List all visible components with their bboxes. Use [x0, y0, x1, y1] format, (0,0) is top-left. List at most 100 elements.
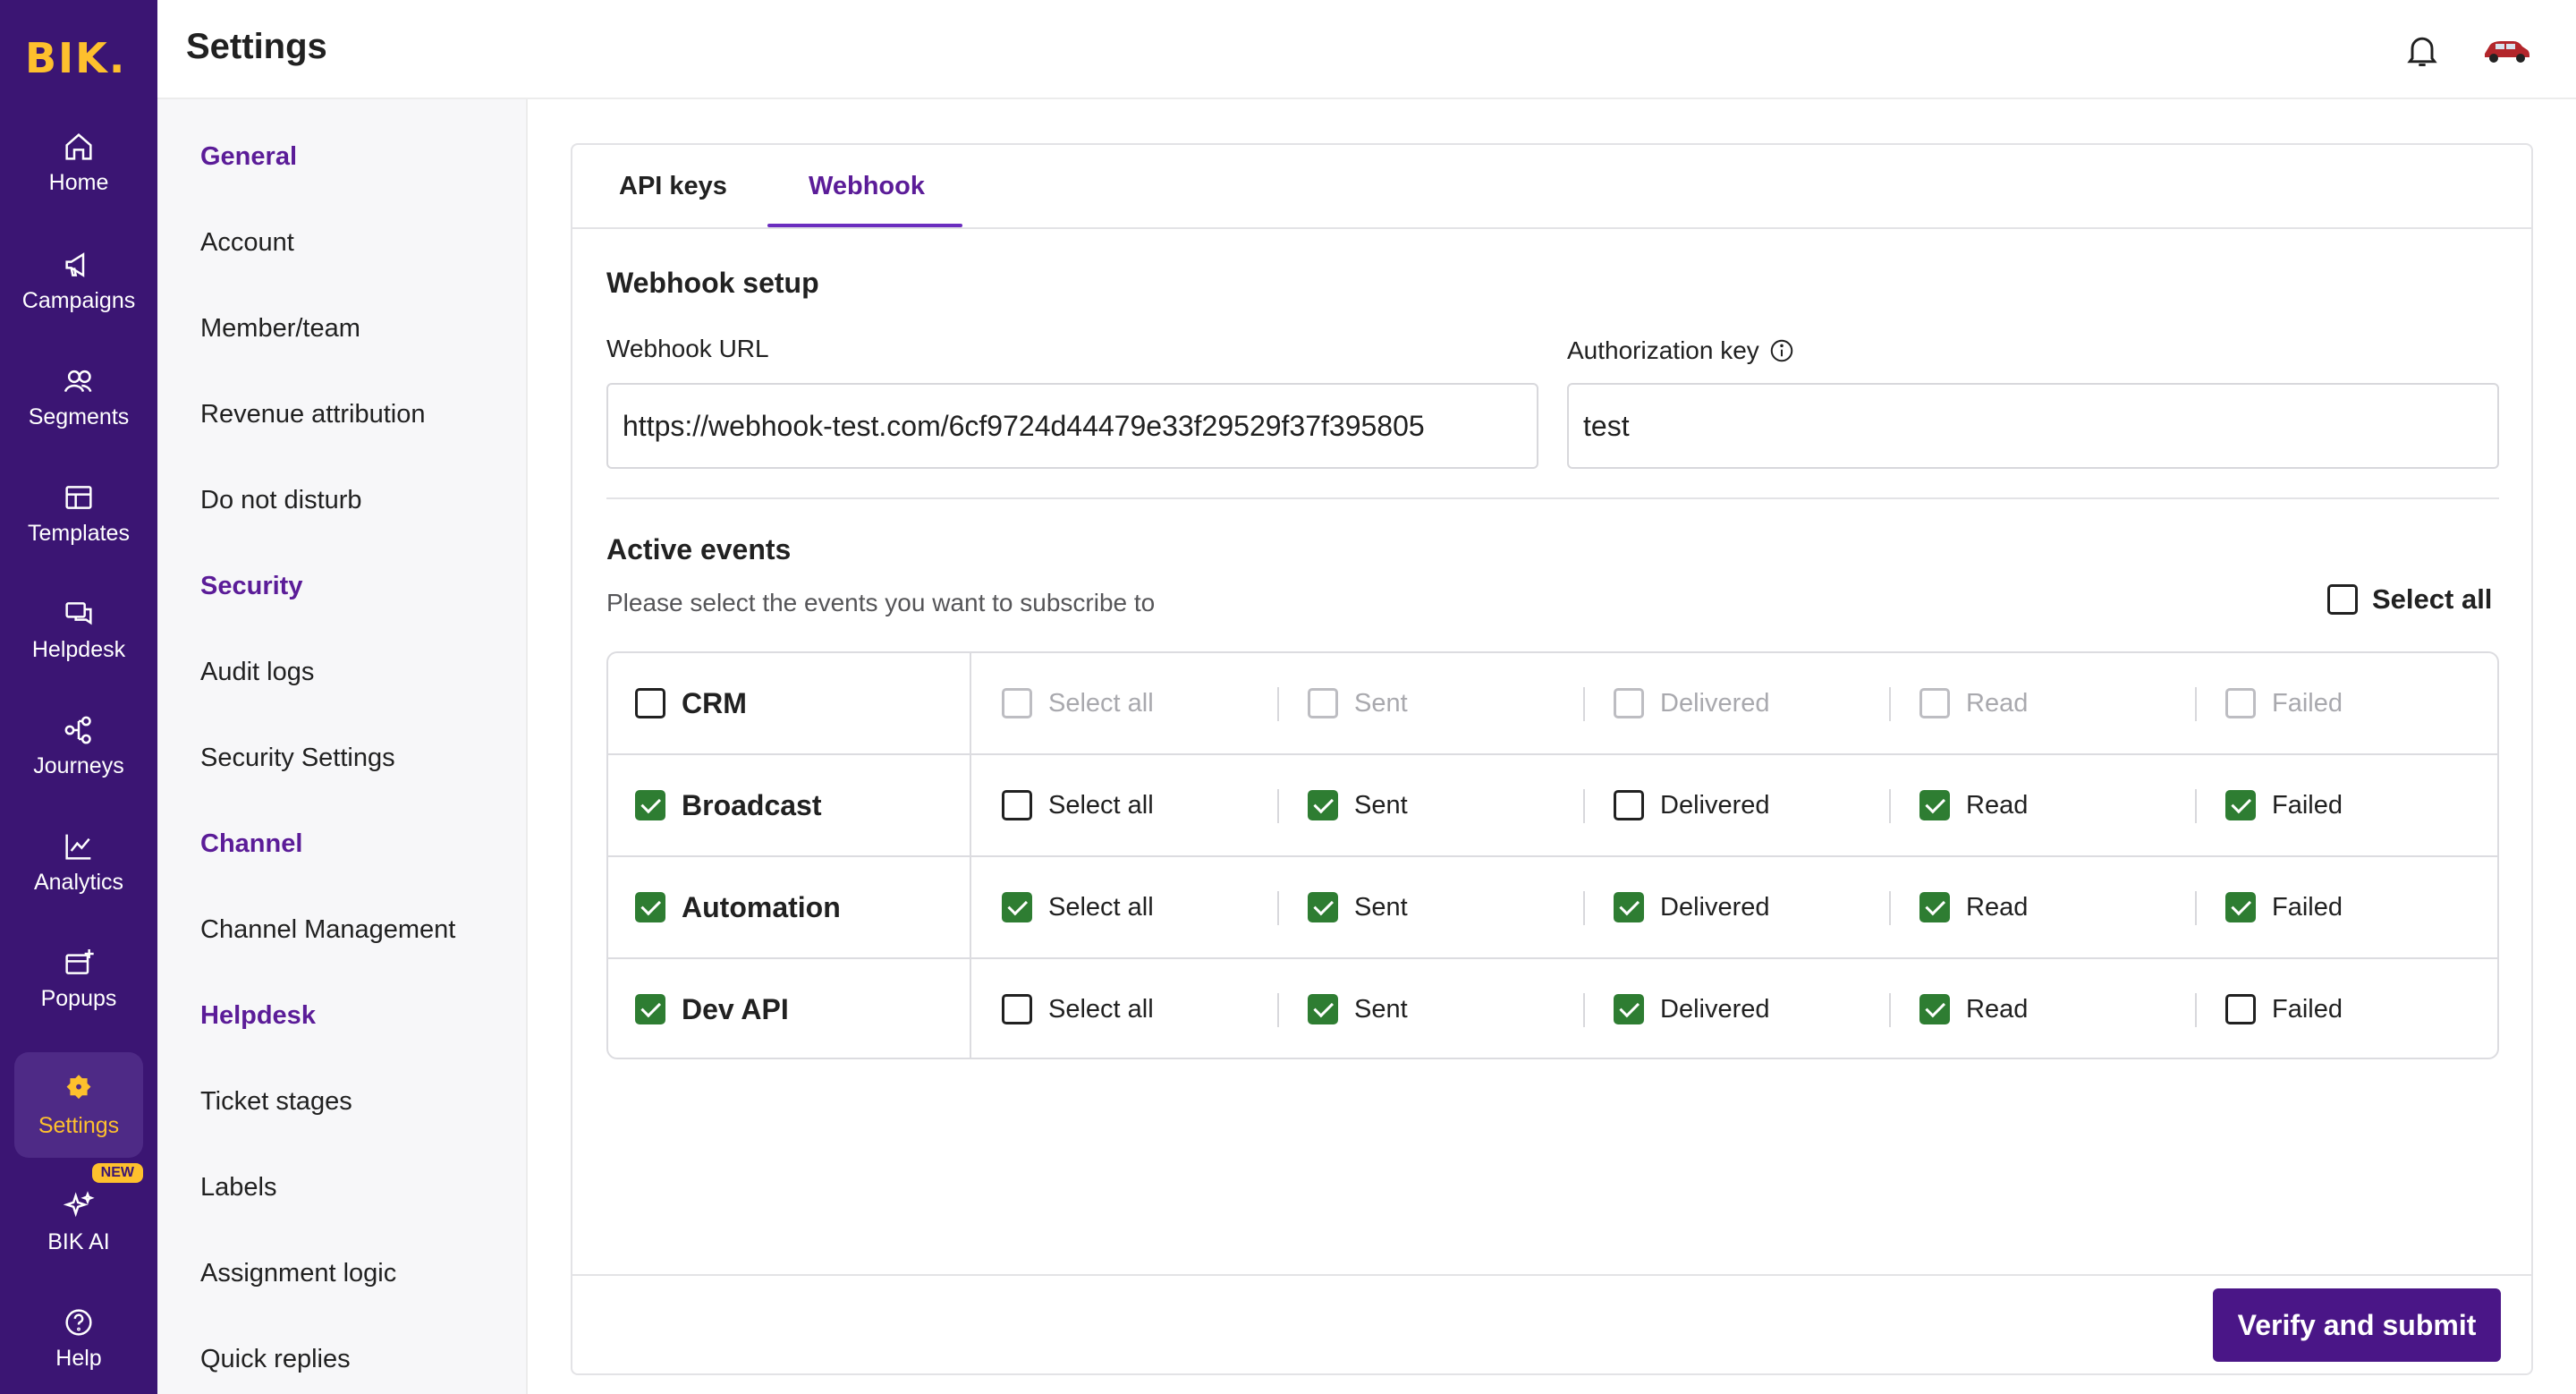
- rail-item-popups[interactable]: Popups: [14, 925, 143, 1031]
- nav-item-revenue-attribution[interactable]: Revenue attribution: [200, 400, 426, 429]
- settings-nav: General Account Member/team Revenue attr…: [157, 99, 528, 1394]
- column-separator: [2195, 789, 2197, 823]
- rail-item-label: Campaigns: [21, 287, 136, 313]
- event-option-checkbox[interactable]: [1919, 994, 1950, 1024]
- rail-item-campaigns[interactable]: Campaigns: [14, 227, 143, 333]
- event-option-read[interactable]: Read: [1919, 959, 2028, 1059]
- event-option-label: Delivered: [1660, 994, 1770, 1024]
- event-option-checkbox[interactable]: [2225, 892, 2256, 922]
- event-option-checkbox[interactable]: [1919, 892, 1950, 922]
- event-option-checkbox[interactable]: [2225, 790, 2256, 820]
- event-category-label: Broadcast: [682, 788, 822, 821]
- webhook-setup-title: Webhook setup: [606, 267, 819, 299]
- event-option-checkbox[interactable]: [1919, 790, 1950, 820]
- event-option-failed[interactable]: Failed: [2225, 755, 2343, 855]
- webhook-url-label-text: Webhook URL: [606, 335, 769, 362]
- event-option-delivered[interactable]: Delivered: [1614, 857, 1770, 957]
- nav-item-account[interactable]: Account: [200, 228, 294, 258]
- event-category[interactable]: Dev API: [635, 959, 789, 1059]
- rail-item-analytics[interactable]: Analytics: [14, 809, 143, 914]
- rail-item-journeys[interactable]: Journeys: [14, 693, 143, 798]
- column-separator: [2195, 687, 2197, 721]
- event-option-sent[interactable]: Sent: [1308, 857, 1408, 957]
- event-option-read[interactable]: Read: [1919, 755, 2028, 855]
- event-option-checkbox[interactable]: [1614, 790, 1644, 820]
- event-category[interactable]: Broadcast: [635, 755, 822, 855]
- event-option-label: Read: [1966, 892, 2029, 922]
- rail-item-home[interactable]: Home: [14, 109, 143, 215]
- event-option-sent[interactable]: Sent: [1308, 755, 1408, 855]
- event-option-sent[interactable]: Sent: [1308, 959, 1408, 1059]
- rail-item-templates[interactable]: Templates: [14, 460, 143, 565]
- event-option-label: Read: [1966, 790, 2029, 820]
- event-option-checkbox[interactable]: [1002, 790, 1032, 820]
- event-option-checkbox[interactable]: [2225, 994, 2256, 1024]
- event-option-checkbox[interactable]: [1308, 790, 1338, 820]
- event-option-checkbox: [1002, 688, 1032, 718]
- nav-item-do-not-disturb[interactable]: Do not disturb: [200, 486, 362, 515]
- nav-item-assignment-logic[interactable]: Assignment logic: [200, 1259, 396, 1288]
- event-option-checkbox[interactable]: [1614, 892, 1644, 922]
- verify-and-submit-button[interactable]: Verify and submit: [2213, 1288, 2501, 1362]
- event-option-select-all[interactable]: Select all: [1002, 857, 1154, 957]
- event-option-label: Failed: [2272, 688, 2343, 718]
- flow-icon: [64, 716, 91, 744]
- rail-item-settings[interactable]: Settings: [14, 1052, 143, 1158]
- event-option-failed[interactable]: Failed: [2225, 959, 2343, 1059]
- webhook-url-input[interactable]: [606, 383, 1538, 469]
- event-option-checkbox[interactable]: [1308, 892, 1338, 922]
- avatar[interactable]: [2481, 30, 2531, 66]
- event-category-checkbox[interactable]: [635, 892, 665, 922]
- select-all-events[interactable]: Select all: [2327, 583, 2492, 616]
- event-option-delivered: Delivered: [1614, 653, 1770, 753]
- event-option-checkbox: [2225, 688, 2256, 718]
- rail-item-helpdesk[interactable]: Helpdesk: [14, 576, 143, 682]
- event-option-label: Sent: [1354, 994, 1408, 1024]
- info-icon[interactable]: [1768, 337, 1795, 364]
- event-category-checkbox[interactable]: [635, 688, 665, 718]
- authorization-key-input[interactable]: [1567, 383, 2499, 469]
- event-option-delivered[interactable]: Delivered: [1614, 959, 1770, 1059]
- select-all-checkbox[interactable]: [2327, 584, 2358, 615]
- event-option-checkbox[interactable]: [1614, 994, 1644, 1024]
- rail-item-bik-ai[interactable]: NEW BIK AI: [14, 1163, 143, 1274]
- event-option-failed[interactable]: Failed: [2225, 857, 2343, 957]
- column-separator: [1583, 993, 1585, 1027]
- rail-item-segments[interactable]: Segments: [14, 344, 143, 449]
- column-separator: [1277, 993, 1279, 1027]
- section-divider: [606, 497, 2499, 499]
- event-category-label: Automation: [682, 890, 841, 923]
- event-category[interactable]: CRM: [635, 653, 747, 753]
- bell-icon[interactable]: [2402, 30, 2442, 70]
- nav-item-security-settings[interactable]: Security Settings: [200, 744, 395, 773]
- event-option-read[interactable]: Read: [1919, 857, 2028, 957]
- nav-item-channel-management[interactable]: Channel Management: [200, 915, 455, 945]
- bik-logo[interactable]: BIK.: [25, 34, 126, 82]
- authorization-key-label: Authorization key: [1567, 336, 1795, 365]
- event-option-delivered[interactable]: Delivered: [1614, 755, 1770, 855]
- event-option-label: Read: [1966, 994, 2029, 1024]
- event-option-checkbox[interactable]: [1308, 994, 1338, 1024]
- nav-item-labels[interactable]: Labels: [200, 1173, 276, 1203]
- nav-item-member-team[interactable]: Member/team: [200, 314, 360, 344]
- event-category-checkbox[interactable]: [635, 994, 665, 1024]
- nav-item-ticket-stages[interactable]: Ticket stages: [200, 1087, 352, 1117]
- event-option-select-all[interactable]: Select all: [1002, 755, 1154, 855]
- rail-item-help[interactable]: Help: [14, 1285, 143, 1390]
- tab-webhook[interactable]: Webhook: [809, 172, 925, 201]
- event-category-checkbox[interactable]: [635, 790, 665, 820]
- nav-item-audit-logs[interactable]: Audit logs: [200, 658, 314, 687]
- event-option-checkbox: [1614, 688, 1644, 718]
- event-option-checkbox[interactable]: [1002, 994, 1032, 1024]
- event-option-label: Delivered: [1660, 892, 1770, 922]
- tab-api-keys[interactable]: API keys: [619, 172, 727, 201]
- nav-item-quick-replies[interactable]: Quick replies: [200, 1345, 351, 1374]
- column-separator: [1277, 789, 1279, 823]
- new-badge: NEW: [91, 1163, 143, 1183]
- event-option-label: Delivered: [1660, 688, 1770, 718]
- event-option-label: Delivered: [1660, 790, 1770, 820]
- event-option-select-all[interactable]: Select all: [1002, 959, 1154, 1059]
- event-option-checkbox[interactable]: [1002, 892, 1032, 922]
- nav-section-security: Security: [200, 572, 303, 600]
- event-category[interactable]: Automation: [635, 857, 841, 957]
